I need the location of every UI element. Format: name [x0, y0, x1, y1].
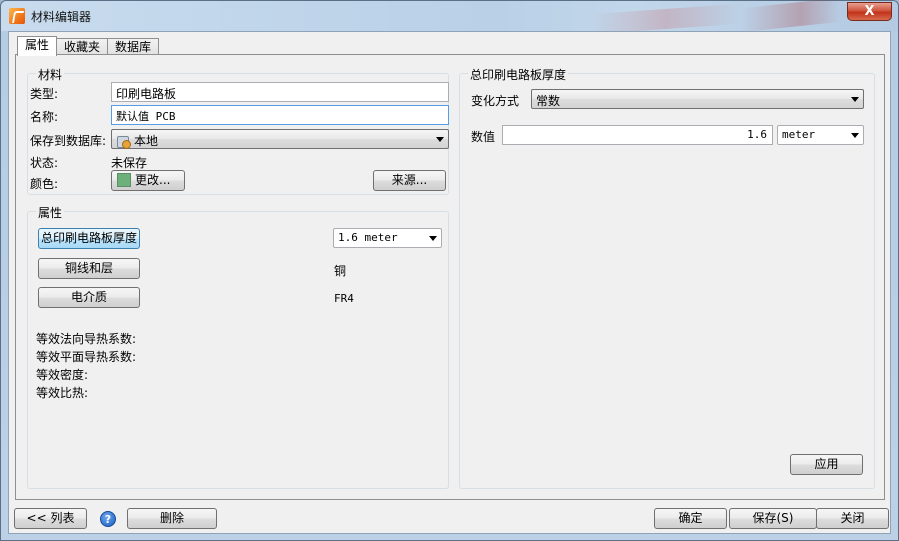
properties-group: 属性 总印刷电路板厚度 1.6 meter 铜线和层 铜 电介质 FR4 等效法… — [27, 204, 449, 489]
change-color-label: 更改... — [135, 173, 171, 187]
delete-button[interactable]: 删除 — [127, 508, 217, 529]
thickness-value: 1.6 meter — [338, 231, 398, 244]
name-label: 名称: — [30, 110, 59, 124]
value-label: 数值 — [471, 130, 496, 144]
thickness-unit-select[interactable]: 1.6 meter — [333, 228, 442, 248]
app-icon — [9, 8, 25, 24]
client-area: 属性 收藏夹 数据库 材料 类型: 印刷电路板 名称: 默认值 PCB 保存到数… — [8, 31, 891, 534]
close-button[interactable]: 关闭 — [816, 508, 889, 529]
database-icon — [116, 134, 131, 149]
name-value: 默认值 PCB — [116, 110, 176, 123]
apply-button[interactable]: 应用 — [790, 454, 863, 475]
status-label: 状态: — [30, 156, 59, 170]
chevron-down-icon — [429, 236, 437, 241]
dielectric-button[interactable]: 电介质 — [38, 287, 140, 308]
tab-favorites[interactable]: 收藏夹 — [56, 38, 109, 55]
change-color-button[interactable]: 更改... — [111, 170, 185, 191]
thickness-panel-title: 总印刷电路板厚度 — [468, 66, 569, 83]
value-unit: meter — [782, 128, 816, 141]
save-to-db-value: 本地 — [134, 134, 159, 148]
variation-value: 常数 — [536, 94, 561, 108]
copper-value: 铜 — [334, 264, 347, 278]
title-bar[interactable]: 材料编辑器 X — [1, 0, 898, 35]
total-thickness-button[interactable]: 总印刷电路板厚度 — [38, 228, 140, 249]
variation-label: 变化方式 — [471, 94, 520, 108]
tab-properties[interactable]: 属性 — [17, 36, 58, 56]
tab-strip: 属性 收藏夹 数据库 — [17, 36, 160, 56]
thickness-panel: 总印刷电路板厚度 变化方式 常数 数值 1.6 meter 应用 — [459, 66, 875, 489]
window-title: 材料编辑器 — [31, 10, 92, 24]
list-button[interactable]: << 列表 — [14, 508, 87, 529]
save-to-db-label: 保存到数据库: — [30, 134, 107, 148]
chevron-down-icon — [436, 137, 444, 142]
properties-tab-panel: 材料 类型: 印刷电路板 名称: 默认值 PCB 保存到数据库: 本地 状态: … — [15, 54, 885, 500]
material-group: 材料 类型: 印刷电路板 名称: 默认值 PCB 保存到数据库: 本地 状态: … — [27, 66, 449, 195]
value-unit-select[interactable]: meter — [777, 125, 864, 145]
ok-button[interactable]: 确定 — [654, 508, 727, 529]
tab-database[interactable]: 数据库 — [107, 38, 160, 55]
save-to-db-select[interactable]: 本地 — [111, 129, 449, 149]
chevron-down-icon — [851, 133, 859, 138]
dielectric-value: FR4 — [334, 292, 354, 305]
name-field[interactable]: 默认值 PCB — [111, 105, 449, 125]
source-button[interactable]: 来源... — [373, 170, 446, 191]
copper-layers-button[interactable]: 铜线和层 — [38, 258, 140, 279]
variation-select[interactable]: 常数 — [531, 89, 864, 109]
equiv-density-label: 等效密度: — [36, 368, 89, 382]
material-editor-window: 材料编辑器 X 属性 收藏夹 数据库 材料 类型: 印刷电路板 名称: 默认值 … — [0, 0, 899, 541]
status-value: 未保存 — [111, 156, 148, 170]
value-field[interactable]: 1.6 — [502, 125, 773, 145]
type-field[interactable]: 印刷电路板 — [111, 82, 449, 102]
material-group-title: 材料 — [36, 66, 65, 83]
close-window-button[interactable]: X — [847, 2, 892, 21]
properties-group-title: 属性 — [36, 204, 65, 221]
equiv-normal-conductivity-label: 等效法向导热系数: — [36, 332, 137, 346]
equiv-plane-conductivity-label: 等效平面导热系数: — [36, 350, 137, 364]
save-button[interactable]: 保存(S) — [729, 508, 817, 529]
chevron-down-icon — [851, 97, 859, 102]
type-label: 类型: — [30, 87, 59, 101]
color-swatch — [117, 173, 131, 187]
color-label: 颜色: — [30, 177, 59, 191]
help-icon[interactable]: ? — [100, 511, 116, 527]
equiv-specific-heat-label: 等效比热: — [36, 386, 89, 400]
